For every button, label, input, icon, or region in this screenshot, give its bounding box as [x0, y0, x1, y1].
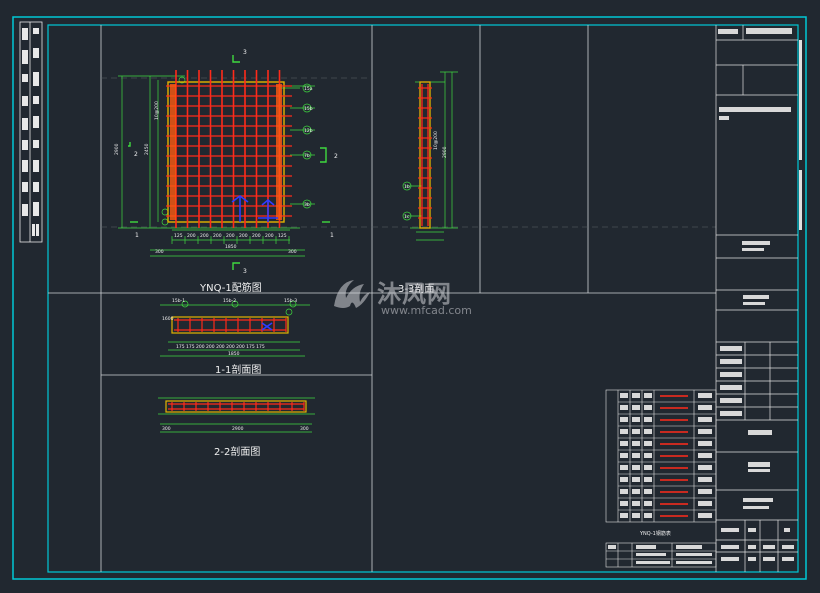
svg-text:1850: 1850	[225, 244, 237, 250]
section-2-2-title: 2-2剖面图	[214, 447, 261, 458]
plan-title: YNQ-1配筋图	[200, 283, 262, 294]
svg-text:12b: 12b	[304, 128, 313, 134]
svg-text:1: 1	[330, 232, 334, 239]
svg-text:1600: 1600	[162, 316, 174, 322]
svg-text:2450: 2450	[144, 143, 150, 155]
svg-text:200: 200	[239, 233, 248, 239]
svg-text:300: 300	[162, 426, 171, 432]
svg-text:3b: 3b	[304, 202, 310, 208]
svg-text:2900: 2900	[232, 426, 244, 432]
section-1-1-title: 1-1剖面图	[215, 365, 262, 376]
table-caption: YNQ-1钢筋表	[640, 531, 671, 537]
svg-text:125: 125	[278, 233, 287, 239]
svg-text:2: 2	[134, 151, 138, 158]
svg-text:15b-1: 15b-1	[172, 298, 185, 304]
binding-strip-marks	[22, 28, 39, 236]
svg-text:1c: 1c	[404, 214, 410, 220]
svg-text:15b-2: 15b-2	[223, 298, 236, 304]
section-3-3-view: 2900 10@200 1b 1c	[402, 71, 458, 241]
svg-text:300: 300	[288, 249, 297, 255]
watermark-url: www.mfcad.com	[381, 304, 472, 317]
watermark-logo-icon	[334, 280, 370, 308]
svg-text:1: 1	[135, 232, 139, 239]
svg-text:1850: 1850	[228, 351, 240, 357]
svg-text:300: 300	[155, 249, 164, 255]
title-block-text-marks	[718, 28, 794, 561]
svg-text:15a: 15a	[304, 86, 313, 92]
svg-text:2900: 2900	[442, 146, 448, 158]
svg-text:10@200: 10@200	[433, 131, 439, 150]
svg-text:10@200: 10@200	[154, 101, 160, 120]
svg-text:1b: 1b	[404, 184, 410, 190]
svg-text:200: 200	[200, 233, 209, 239]
svg-text:3: 3	[243, 49, 247, 56]
svg-text:125: 125	[174, 233, 183, 239]
svg-text:200: 200	[226, 233, 235, 239]
svg-text:200: 200	[252, 233, 261, 239]
svg-text:300: 300	[300, 426, 309, 432]
svg-text:2900: 2900	[114, 143, 120, 155]
svg-text:2: 2	[334, 153, 338, 160]
svg-text:3: 3	[243, 268, 247, 275]
svg-text:200: 200	[213, 233, 222, 239]
section-2-2-view: 2900 300 300	[158, 397, 315, 433]
svg-text:15b-3: 15b-3	[284, 298, 297, 304]
svg-text:200: 200	[187, 233, 196, 239]
svg-text:200: 200	[265, 233, 274, 239]
svg-text:7b: 7b	[304, 153, 310, 159]
watermark: 沐风网 www.mfcad.com	[325, 270, 495, 320]
svg-text:175 175 200 200 200 200 200 17: 175 175 200 200 200 200 200 175 175	[176, 344, 265, 350]
plan-view: 125 200 200 200 200 200 200 200 125 1850 300 300…	[114, 49, 338, 275]
section-1-1-view: 15b-1 15b-2 15b-3 1600 175 175 200 200 200…	[160, 298, 310, 357]
svg-text:15b: 15b	[304, 106, 313, 112]
